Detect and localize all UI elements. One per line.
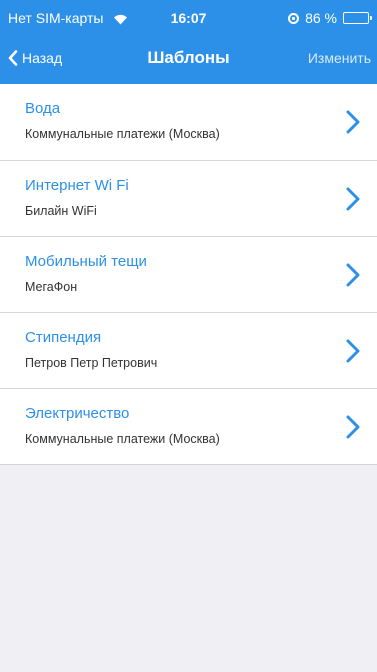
template-subtitle: МегаФон (25, 280, 78, 294)
template-item-scholarship[interactable]: Стипендия Петров Петр Петрович (0, 312, 377, 388)
chevron-right-icon (346, 263, 360, 287)
top-bar: Нет SIM-карты 16:07 86 % Назад Шаблоны И… (0, 0, 377, 84)
template-item-electricity[interactable]: Электричество Коммунальные платежи (Моск… (0, 388, 377, 464)
template-title: Электричество (25, 405, 130, 422)
chevron-right-icon (346, 110, 360, 134)
template-subtitle: Коммунальные платежи (Москва) (25, 127, 220, 141)
template-item-internet[interactable]: Интернет Wi Fi Билайн WiFi (0, 160, 377, 236)
template-item-mobile[interactable]: Мобильный тещи МегаФон (0, 236, 377, 312)
chevron-right-icon (346, 339, 360, 363)
battery-icon (343, 12, 372, 24)
template-subtitle: Билайн WiFi (25, 204, 97, 218)
status-bar: Нет SIM-карты 16:07 86 % (0, 0, 377, 36)
edit-button[interactable]: Изменить (308, 36, 371, 80)
chevron-right-icon (346, 187, 360, 211)
template-item-water[interactable]: Вода Коммунальные платежи (Москва) (0, 84, 377, 160)
back-label: Назад (22, 50, 63, 66)
orientation-lock-icon (288, 12, 300, 24)
battery-percent: 86 % (305, 10, 337, 26)
chevron-right-icon (346, 415, 360, 439)
status-right: 86 % (288, 9, 372, 27)
template-title: Вода (25, 100, 61, 117)
template-subtitle: Коммунальные платежи (Москва) (25, 432, 220, 446)
chevron-left-icon (8, 50, 18, 66)
template-title: Интернет Wi Fi (25, 177, 129, 194)
template-title: Мобильный тещи (25, 253, 147, 270)
back-button[interactable]: Назад (8, 36, 62, 80)
template-title: Стипендия (25, 329, 102, 346)
navigation-bar: Назад Шаблоны Изменить (0, 36, 377, 80)
template-subtitle: Петров Петр Петрович (25, 356, 158, 370)
templates-list: Вода Коммунальные платежи (Москва) Интер… (0, 84, 377, 465)
